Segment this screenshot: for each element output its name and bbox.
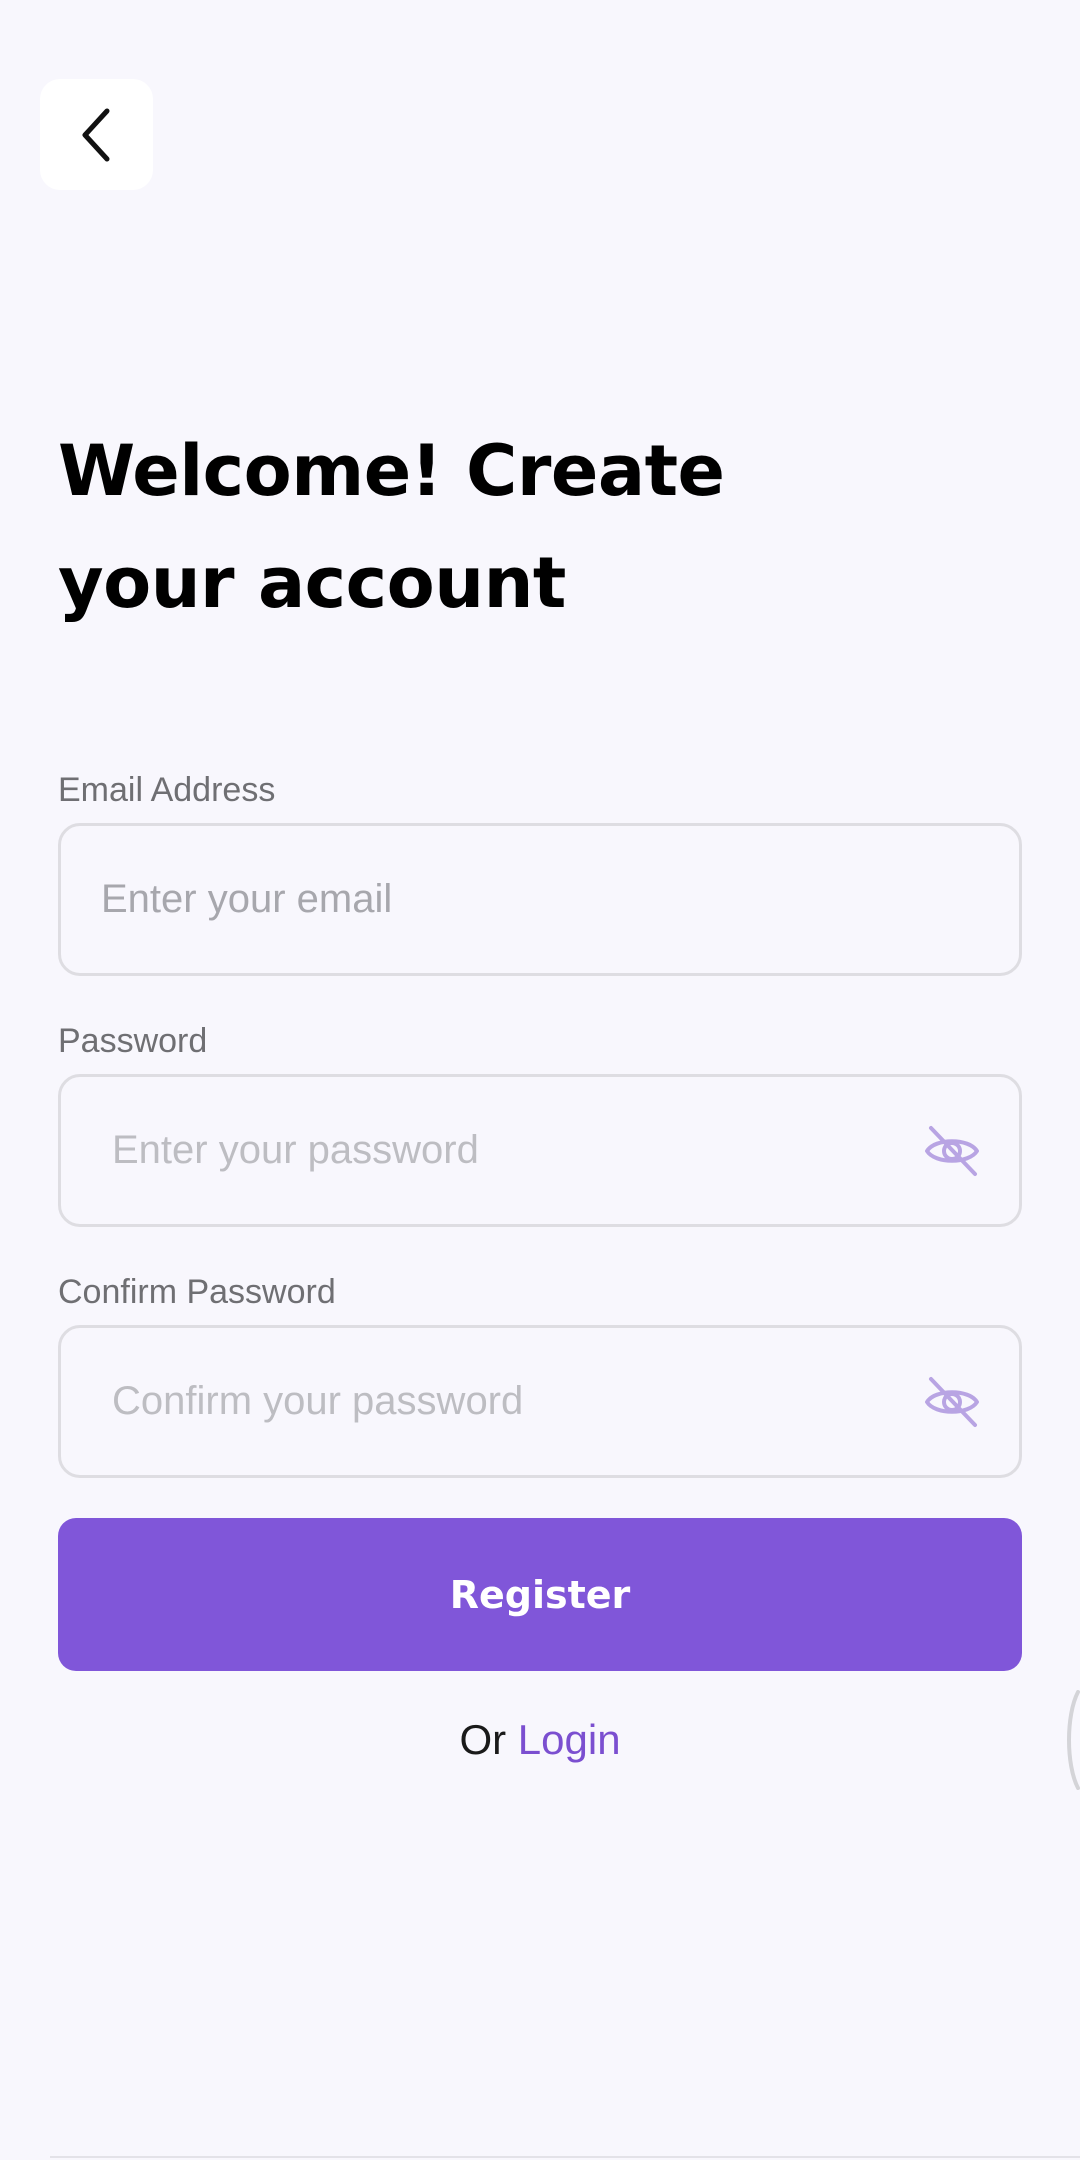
confirm-password-input[interactable]: [61, 1328, 1019, 1475]
password-field-container: [58, 1074, 1022, 1227]
login-link[interactable]: Login: [518, 1716, 621, 1763]
page-title-line-2: your account: [58, 542, 566, 624]
eye-off-icon[interactable]: [921, 1371, 983, 1433]
page-title-line-1: Welcome! Create: [58, 430, 725, 512]
confirm-password-label: Confirm Password: [58, 1273, 336, 1311]
email-input[interactable]: [61, 826, 1019, 973]
login-prompt: Or Login: [0, 1715, 1080, 1765]
back-button[interactable]: [40, 79, 153, 190]
register-button[interactable]: Register: [58, 1518, 1022, 1671]
chevron-left-icon: [77, 105, 117, 165]
confirm-password-field-container: [58, 1325, 1022, 1478]
or-text: Or: [459, 1716, 507, 1763]
edge-swipe-handle[interactable]: [1060, 1690, 1080, 1790]
page-title: Welcome! Create your account: [58, 415, 958, 639]
bottom-divider: [50, 2156, 1080, 2158]
eye-off-icon[interactable]: [921, 1120, 983, 1182]
email-label: Email Address: [58, 771, 276, 809]
password-input[interactable]: [61, 1077, 1019, 1224]
email-field-container: [58, 823, 1022, 976]
password-label: Password: [58, 1022, 208, 1060]
